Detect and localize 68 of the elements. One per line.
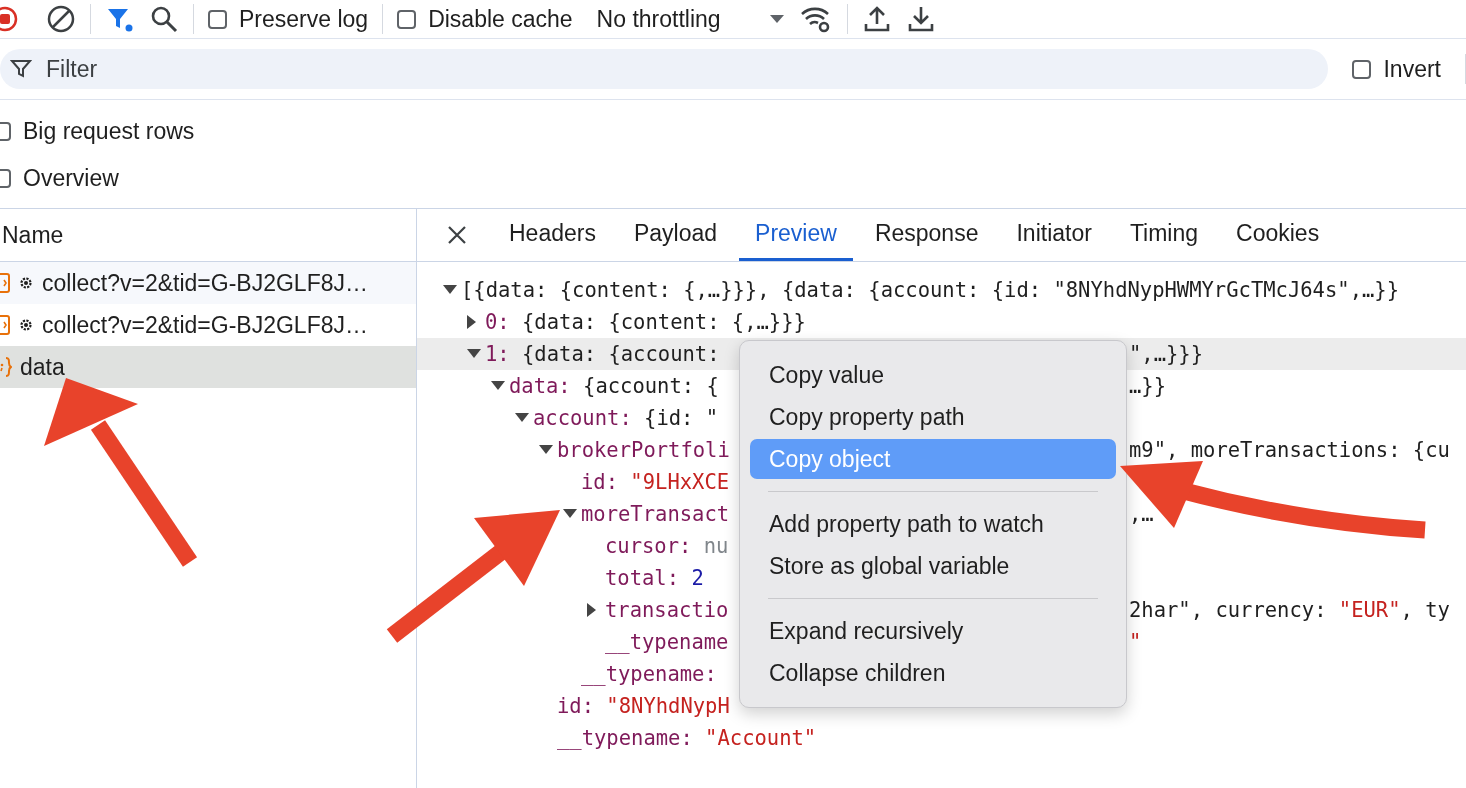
property-key: brokerPortfoli xyxy=(557,438,730,462)
property-value: ,… xyxy=(1129,502,1154,526)
menu-item[interactable]: Collapse children xyxy=(750,653,1116,693)
property-key: __typename: xyxy=(581,662,717,686)
disable-cache-checkbox[interactable]: Disable cache xyxy=(397,5,573,33)
collapsed-triangle-icon[interactable] xyxy=(587,603,597,617)
menu-item[interactable]: Copy value xyxy=(750,355,1116,395)
property-value: ",…}}} xyxy=(1129,342,1204,366)
menu-item[interactable]: Copy property path xyxy=(750,397,1116,437)
invert-checkbox[interactable]: Invert xyxy=(1352,55,1441,83)
property-key: 0: xyxy=(485,310,510,334)
property-value: {id: " xyxy=(643,406,719,430)
tab[interactable]: Headers xyxy=(493,209,612,261)
gear-icon xyxy=(18,317,34,333)
caret-icon xyxy=(768,14,785,24)
expanded-triangle-icon[interactable] xyxy=(563,509,577,519)
property-key: transactio xyxy=(605,598,729,622)
preserve-log-checkbox[interactable]: Preserve log xyxy=(208,5,369,33)
property-value: …}} xyxy=(1129,374,1167,398)
expanded-triangle-icon[interactable] xyxy=(515,413,529,423)
option-checkbox[interactable]: Overview xyxy=(0,155,1466,202)
tab[interactable]: Payload xyxy=(617,209,734,261)
filter-field[interactable]: Filter xyxy=(0,49,1329,89)
property-value: nu xyxy=(702,534,729,558)
property-value: m9", moreTransactions: {cu xyxy=(1129,438,1450,462)
property-key: id: xyxy=(581,470,619,494)
menu-item[interactable]: Expand recursively xyxy=(750,611,1116,651)
property-value: "9LHxXCE xyxy=(629,470,730,494)
menu-item[interactable]: Add property path to watch xyxy=(750,504,1116,544)
expanded-triangle-icon[interactable] xyxy=(467,349,481,359)
property-key: 1: xyxy=(485,342,510,366)
property-key: __typename xyxy=(605,630,729,654)
request-row[interactable]: collect?v=2&tid=G-BJ2GLF8J… xyxy=(0,304,416,346)
property-value: "8NYhdNypH xyxy=(605,694,730,718)
close-icon[interactable] xyxy=(447,225,467,245)
property-key: cursor: xyxy=(605,534,692,558)
tab[interactable]: Response xyxy=(858,209,995,261)
option-checkbox[interactable]: Big request rows xyxy=(0,108,1466,155)
property-value: {data: {content: {,…}}} xyxy=(521,310,806,334)
throttling-dropdown[interactable]: No throttling xyxy=(596,5,785,33)
property-value: {data: {account: xyxy=(521,342,720,366)
property-value: {account: { xyxy=(582,374,719,398)
menu-item[interactable]: Store as global variable xyxy=(750,546,1116,586)
request-row[interactable]: data xyxy=(0,346,416,388)
gear-icon xyxy=(18,275,34,291)
property-key: moreTransact xyxy=(581,502,730,526)
property-value: [{data: {content: {,…}}}, {data: {account: {id: "8NYhdNypHWMYrGcTMcJ64s",…}} xyxy=(461,278,1399,302)
filter-icon xyxy=(10,58,32,80)
request-row[interactable]: collect?v=2&tid=G-BJ2GLF8J… xyxy=(0,262,416,304)
expanded-triangle-icon[interactable] xyxy=(491,381,505,391)
property-key: data: xyxy=(509,374,571,398)
search-icon[interactable] xyxy=(149,4,179,34)
property-key: account: xyxy=(533,406,632,430)
property-value: "Account" xyxy=(704,726,817,750)
expanded-triangle-icon[interactable] xyxy=(539,445,553,455)
expanded-triangle-icon[interactable] xyxy=(443,285,457,295)
tab[interactable]: Timing xyxy=(1113,209,1215,261)
property-key: __typename: xyxy=(557,726,693,750)
tab[interactable]: Cookies xyxy=(1220,209,1336,261)
tab[interactable]: Initiator xyxy=(1000,209,1108,261)
tab[interactable]: Preview xyxy=(739,209,853,261)
collapsed-triangle-icon[interactable] xyxy=(467,315,477,329)
property-value: 2 xyxy=(690,566,704,590)
property-value: " xyxy=(1129,630,1142,654)
property-value: 2har", currency: "EUR", ty xyxy=(1129,598,1450,622)
clear-icon[interactable] xyxy=(46,4,76,34)
property-key: id: xyxy=(557,694,595,718)
property-key: total: xyxy=(605,566,680,590)
